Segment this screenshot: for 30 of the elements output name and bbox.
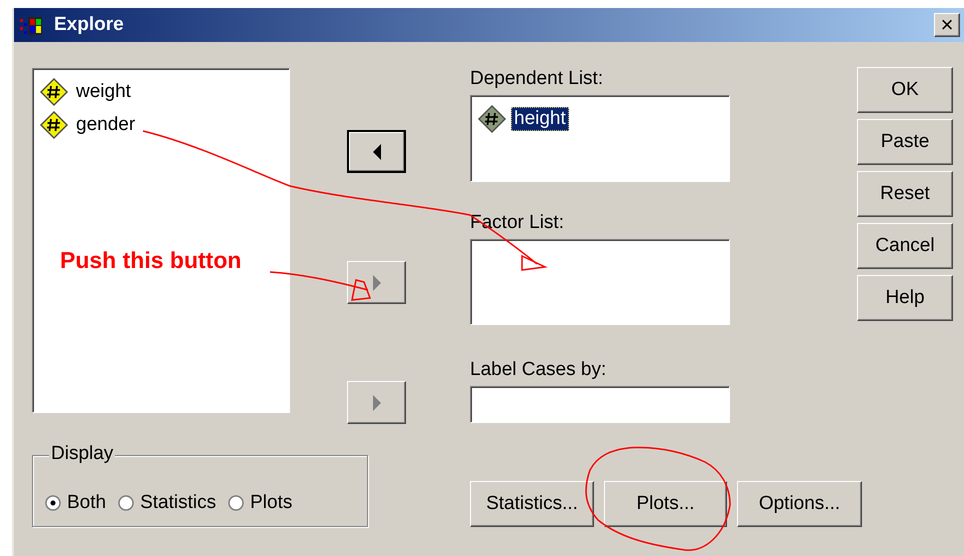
dialog-button[interactable]: Options... xyxy=(737,481,862,527)
dialog-button[interactable]: Help xyxy=(857,275,953,321)
variable-item[interactable]: gender xyxy=(73,112,138,136)
scale-variable-icon xyxy=(39,76,69,106)
display-radio[interactable]: Plots xyxy=(226,490,294,516)
dialog-button[interactable]: Plots... xyxy=(604,481,727,527)
factor-list[interactable] xyxy=(470,239,730,325)
dialog-button[interactable]: Cancel xyxy=(857,223,953,269)
right-arrow-icon xyxy=(372,274,382,292)
scale-variable-icon xyxy=(477,104,507,134)
dialog-button[interactable]: Reset xyxy=(857,171,953,217)
label-cases-label: Label Cases by: xyxy=(470,359,608,381)
annotation-text: Push this button xyxy=(60,247,242,274)
variable-item[interactable]: weight xyxy=(73,80,134,104)
left-arrow-icon xyxy=(372,142,382,160)
variable-item[interactable]: height xyxy=(511,106,569,130)
close-button[interactable]: × xyxy=(934,13,960,37)
display-radio[interactable]: Both xyxy=(43,490,108,516)
dependent-list[interactable]: height xyxy=(470,95,730,182)
dialog-button[interactable]: OK xyxy=(857,67,953,113)
right-arrow-icon xyxy=(372,394,382,412)
transfer-button[interactable] xyxy=(347,130,406,173)
scale-variable-icon xyxy=(39,110,69,140)
display-radio[interactable]: Statistics xyxy=(116,490,218,516)
dependent-list-label: Dependent List: xyxy=(470,68,604,90)
group-title: Display xyxy=(49,443,116,465)
window-title: Explore xyxy=(54,14,124,36)
label-cases-field[interactable] xyxy=(470,386,730,423)
dialog-button[interactable]: Paste xyxy=(857,119,953,165)
dialog-button[interactable]: Statistics... xyxy=(470,481,594,527)
